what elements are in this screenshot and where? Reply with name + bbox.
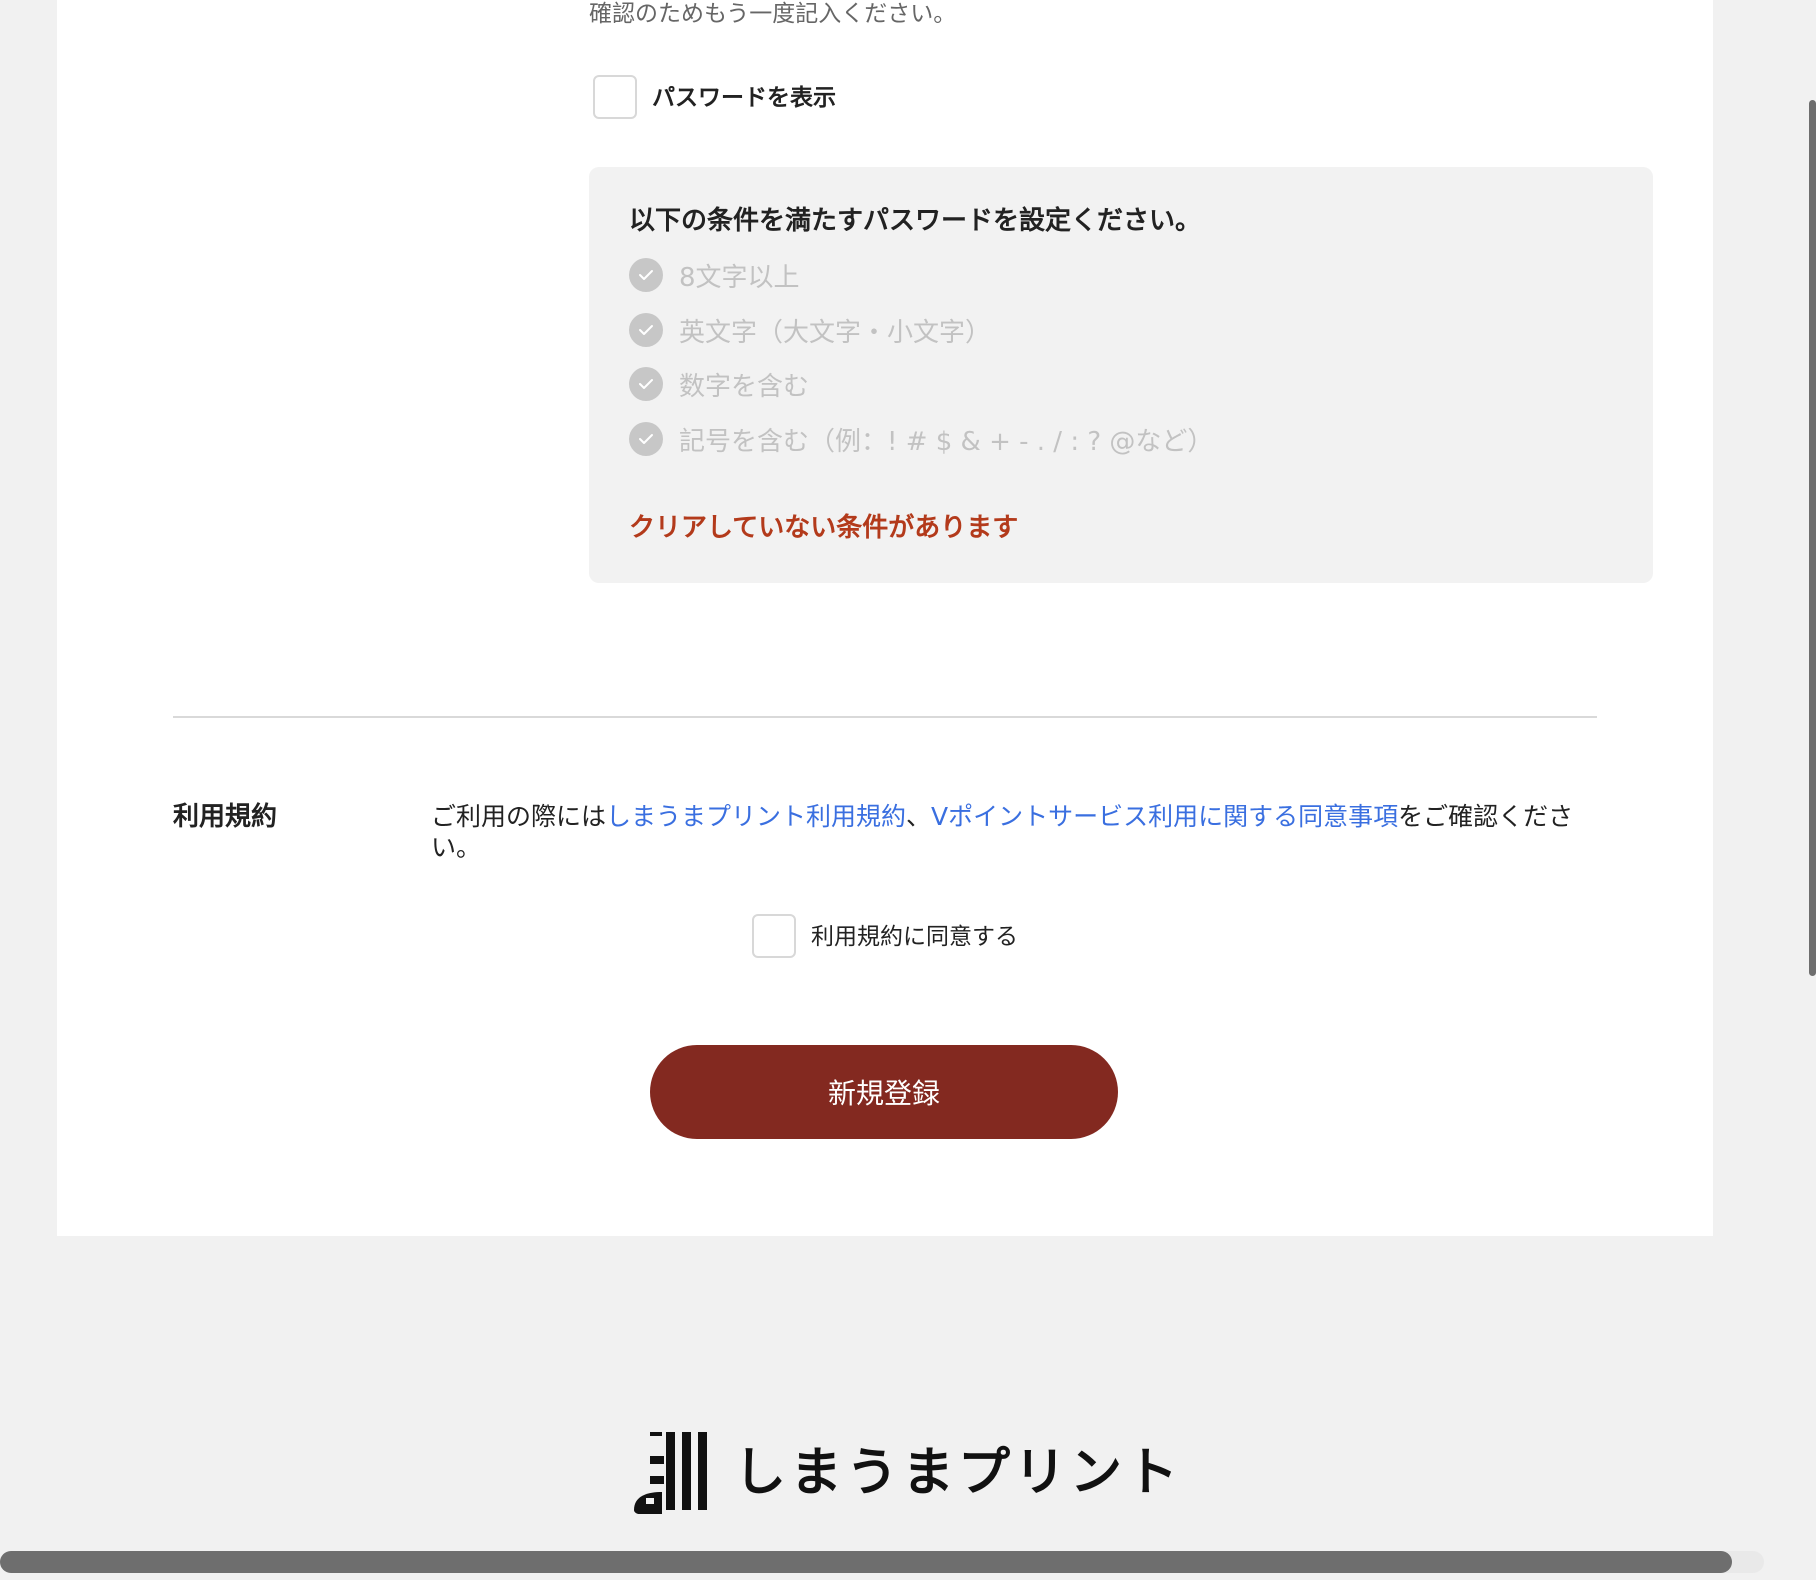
requirement-text: 数字を含む	[679, 371, 810, 402]
show-password-label[interactable]: パスワードを表示	[652, 83, 836, 113]
check-circle-icon	[629, 258, 663, 292]
check-circle-icon	[629, 422, 663, 456]
agree-terms-checkbox[interactable]	[752, 914, 796, 958]
terms-separator: 、	[906, 802, 932, 831]
agree-terms-label[interactable]: 利用規約に同意する	[811, 922, 1018, 952]
requirement-text: 記号を含む（例：! # $ & + - . / : ? @など）	[679, 426, 1214, 457]
form-card: 確認のためもう一度記入ください。 パスワードを表示 以下の条件を満たすパスワード…	[57, 0, 1713, 1236]
vertical-scrollbar-thumb[interactable]	[1809, 100, 1816, 976]
requirement-text: 英文字（大文字・小文字）	[679, 317, 992, 348]
footer-logo-text: しまうまプリント	[734, 1443, 1183, 1503]
terms-heading: 利用規約	[173, 802, 278, 832]
password-requirements-panel: 以下の条件を満たすパスワードを設定ください。 8文字以上 英文字（大文字・小文字…	[589, 167, 1653, 583]
shimauma-logo-icon	[634, 1432, 707, 1514]
requirement-item: 8文字以上	[629, 258, 800, 293]
horizontal-scrollbar-thumb[interactable]	[0, 1551, 1732, 1573]
requirement-item: 記号を含む（例：! # $ & + - . / : ? @など）	[629, 422, 1214, 457]
footer-logo[interactable]: しまうまプリント	[632, 1430, 1182, 1516]
password-confirm-hint: 確認のためもう一度記入ください。	[589, 1, 957, 27]
terms-description: ご利用の際にはしまうまプリント利用規約、Vポイントサービス利用に関する同意事項を…	[431, 801, 1597, 863]
section-divider	[173, 716, 1597, 718]
terms-of-service-link[interactable]: しまうまプリント利用規約	[606, 802, 906, 831]
requirements-error-message: クリアしていない条件があります	[629, 513, 1019, 543]
vpoint-consent-link[interactable]: Vポイントサービス利用に関する同意事項	[931, 802, 1398, 831]
requirements-title: 以下の条件を満たすパスワードを設定ください。	[629, 206, 1202, 236]
check-circle-icon	[629, 367, 663, 401]
requirement-item: 英文字（大文字・小文字）	[629, 313, 992, 348]
terms-text-prefix: ご利用の際には	[431, 802, 607, 831]
check-circle-icon	[629, 313, 663, 347]
register-button[interactable]: 新規登録	[650, 1045, 1118, 1139]
show-password-checkbox[interactable]	[593, 75, 637, 119]
requirement-item: 数字を含む	[629, 367, 810, 402]
requirement-text: 8文字以上	[679, 262, 800, 293]
